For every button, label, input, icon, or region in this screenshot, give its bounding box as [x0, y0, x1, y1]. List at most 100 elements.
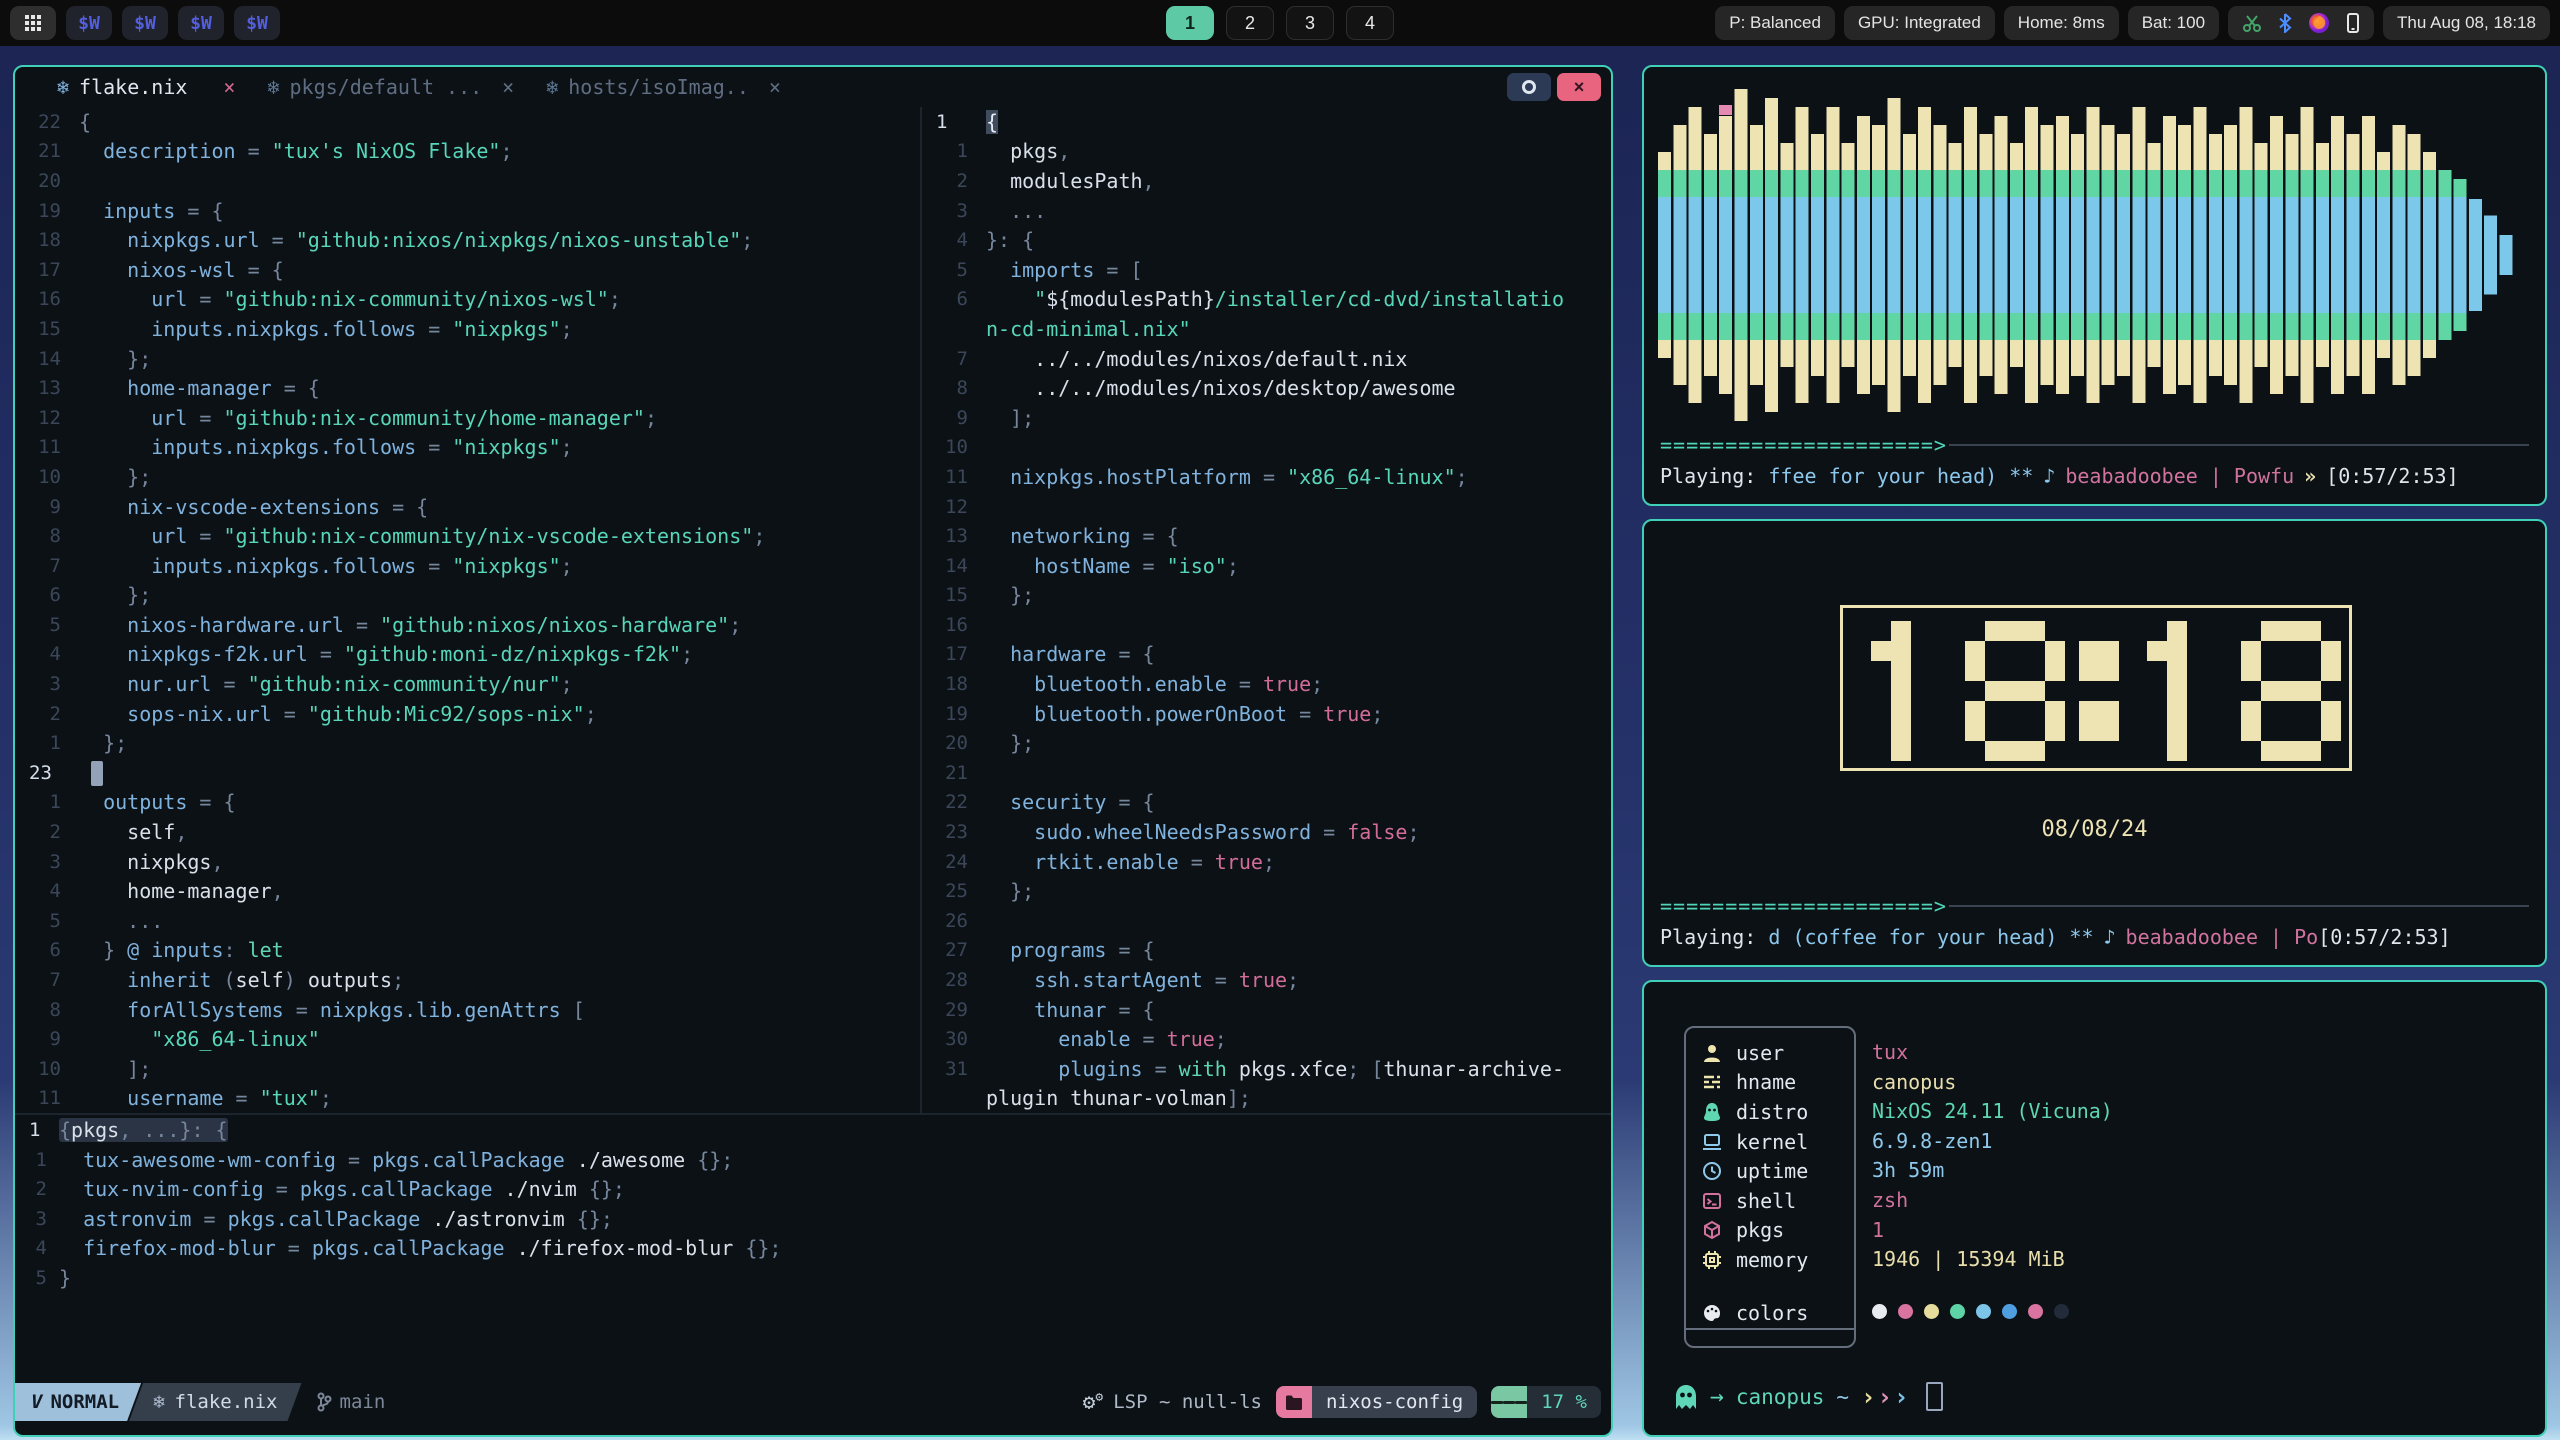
line-number: 3	[15, 1208, 59, 1230]
bluetooth-icon[interactable]	[2278, 13, 2292, 33]
code-token: nur.url	[79, 672, 211, 696]
line-number: 2	[15, 703, 79, 725]
file-segment[interactable]: ❄ flake.nix	[129, 1383, 301, 1421]
code-token: /installer/cd-dvd/installatio	[1215, 287, 1564, 311]
prompt-host: canopus	[1736, 1385, 1825, 1409]
code-token: inputs	[79, 199, 175, 223]
code-token: nixos-hardware.url	[79, 613, 344, 637]
code-token: =	[284, 998, 320, 1022]
code-token: ssh.startAgent	[986, 968, 1203, 992]
arrow-icon: →	[1710, 1384, 1724, 1410]
launcher-button[interactable]	[10, 6, 56, 40]
line-number: 3	[922, 200, 986, 222]
fetch-row: colors	[1702, 1298, 1808, 1328]
code-line: 1 pkgs,	[922, 137, 1611, 167]
code-line: 5 ...	[15, 906, 920, 936]
track-progress-bar: =====================>	[1660, 430, 2529, 460]
code-token: }	[79, 938, 127, 962]
code-line: 21 description = "tux's NixOS Flake";	[15, 137, 920, 167]
code-token: false	[1347, 820, 1407, 844]
tab-close-icon[interactable]: ×	[759, 75, 781, 99]
code-token: = {	[236, 258, 284, 282]
track-time: [0:57/2:53]	[2318, 925, 2450, 949]
tag-1[interactable]: 1	[1166, 6, 1214, 40]
workspace-widget[interactable]: $W	[122, 6, 168, 40]
workspace-widget[interactable]: $W	[234, 6, 280, 40]
code-line: 31 plugins = with pkgs.xfce; [thunar-arc…	[922, 1054, 1611, 1084]
firefox-icon[interactable]	[2308, 12, 2330, 34]
prompt-path: ~	[1836, 1385, 1849, 1409]
tab-label: pkgs/default ...	[290, 75, 483, 99]
code-token: "github:nixos/nixpkgs/nixos-unstable"	[296, 228, 742, 252]
tag-3[interactable]: 3	[1286, 6, 1334, 40]
fetch-row: kernel	[1702, 1127, 1808, 1157]
code-token: enable	[986, 1027, 1131, 1051]
code-token: ;	[1407, 820, 1419, 844]
code-token: ,	[175, 820, 187, 844]
fetch-label: colors	[1736, 1301, 1808, 1325]
mode-segment: V NORMAL	[15, 1383, 141, 1421]
code-line: 3 nur.url = "github:nix-community/nur";	[15, 669, 920, 699]
code-token: nixpkgs.url	[79, 228, 260, 252]
tab-close-icon[interactable]: ×	[492, 75, 514, 99]
code-token: pkgs	[71, 1118, 119, 1142]
uptime-icon	[1702, 1161, 1736, 1181]
code-token: hardware	[986, 642, 1106, 666]
code-token: = [	[1094, 258, 1142, 282]
code-token: description	[79, 139, 236, 163]
code-token: ;	[729, 613, 741, 637]
code-line: 12	[922, 492, 1611, 522]
line-number: 13	[15, 377, 79, 399]
code-token: ;	[1371, 702, 1383, 726]
code-line: 20 };	[922, 728, 1611, 758]
code-token: ;	[561, 672, 573, 696]
status-chip: P: Balanced	[1715, 6, 1835, 40]
tab-pkgs-default-[interactable]: ❄pkgs/default ...×	[251, 67, 530, 107]
fetch-value: 3h 59m	[1872, 1156, 1944, 1186]
fetch-label: distro	[1736, 1100, 1808, 1124]
line-number: 8	[922, 377, 986, 399]
line-number: 7	[922, 348, 986, 370]
code-pane-right[interactable]: 1{1 pkgs,2 modulesPath,3 ...4}: {5 impor…	[922, 107, 1611, 1113]
code-token: "tux's NixOS Flake"	[272, 139, 501, 163]
tag-4[interactable]: 4	[1346, 6, 1394, 40]
line-number: 4	[15, 643, 79, 665]
lines-icon	[1491, 1386, 1527, 1418]
workspace-widget[interactable]: $W	[66, 6, 112, 40]
line-number: 2	[15, 1178, 59, 1200]
code-line: 10 };	[15, 462, 920, 492]
status-area: P: BalancedGPU: IntegratedHome: 8msBat: …	[1715, 6, 2550, 40]
chevron-icon: ›	[1894, 1383, 1908, 1411]
code-token: pkgs	[986, 139, 1058, 163]
code-token: ;	[1227, 554, 1239, 578]
line-number: 27	[922, 939, 986, 961]
code-token: self	[79, 820, 175, 844]
code-token: =	[1203, 968, 1239, 992]
phone-icon[interactable]	[2346, 13, 2360, 33]
line-number: 18	[15, 229, 79, 251]
tab-close-icon[interactable]: ×	[197, 75, 235, 99]
tab-hosts-isoImag-[interactable]: ❄hosts/isoImag..×	[530, 67, 797, 107]
line-number: 3	[15, 673, 79, 695]
tag-2[interactable]: 2	[1226, 6, 1274, 40]
window-toggle-button[interactable]	[1507, 73, 1551, 101]
line-number: 21	[922, 762, 986, 784]
scissors-icon[interactable]	[2242, 13, 2262, 33]
terminal-cursor[interactable]	[1926, 1382, 1943, 1411]
code-token: pkgs.callPackage	[228, 1207, 421, 1231]
lsp-status: ⚙⚙ LSP ~ null-ls	[1083, 1390, 1262, 1414]
tab-flake-nix[interactable]: ❄flake.nix×	[41, 67, 251, 107]
code-token: =	[187, 287, 223, 311]
code-line: 7 inherit (self) outputs;	[15, 965, 920, 995]
kernel-icon	[1702, 1132, 1736, 1152]
window-close-button[interactable]: ×	[1557, 73, 1601, 101]
shell-prompt[interactable]: → canopus ~ ›››	[1674, 1382, 1943, 1411]
line-number: 16	[922, 614, 986, 636]
code-pane-bottom[interactable]: 1{pkgs, ...}: {1 tux-awesome-wm-config =…	[15, 1115, 1611, 1293]
line-number: 5	[922, 259, 986, 281]
fetch-label: shell	[1736, 1189, 1796, 1213]
ghost-icon	[1674, 1384, 1698, 1410]
code-token: tux-nvim-config	[59, 1177, 264, 1201]
workspace-widget[interactable]: $W	[178, 6, 224, 40]
code-pane-left[interactable]: 22{21 description = "tux's NixOS Flake";…	[15, 107, 920, 1113]
